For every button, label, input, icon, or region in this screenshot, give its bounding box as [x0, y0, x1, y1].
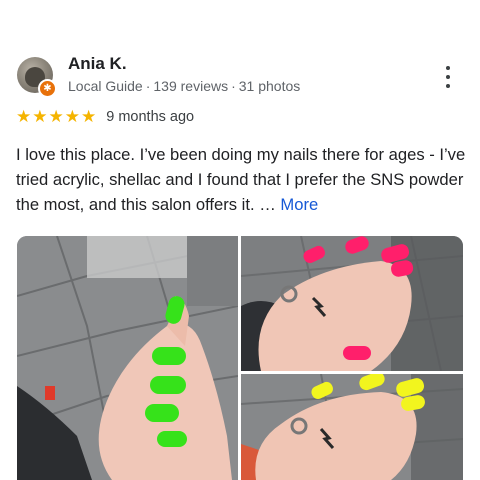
meta-separator: ·	[231, 78, 236, 94]
star-rating: ★ ★ ★ ★ ★	[16, 108, 97, 126]
star-icon: ★	[16, 107, 32, 126]
local-guide-label: Local Guide	[68, 78, 143, 94]
star-icon: ★	[32, 107, 48, 126]
star-icon: ★	[48, 107, 64, 126]
review-count: 139 reviews	[153, 78, 229, 94]
rating-row: ★ ★ ★ ★ ★ 9 months ago	[16, 107, 194, 127]
photo-yellow-nails-image	[241, 374, 463, 480]
photo-count: 31 photos	[238, 78, 301, 94]
star-icon: ★	[81, 107, 97, 126]
review-time: 9 months ago	[106, 109, 195, 125]
review-card: ✱ Ania K. Local Guide · 139 reviews · 31 pho…	[0, 0, 480, 480]
more-link[interactable]: More	[280, 195, 318, 214]
review-photo-yellow-nails[interactable]	[241, 374, 463, 480]
photo-green-nails-image	[17, 236, 238, 480]
meta-separator: ·	[145, 78, 151, 94]
review-body: I love this place. I’ve been doing my na…	[16, 145, 466, 214]
review-photo-green-nails[interactable]	[17, 236, 238, 480]
more-vert-icon[interactable]	[436, 64, 460, 90]
author-name[interactable]: Ania K.	[68, 54, 127, 74]
local-guide-badge-icon: ✱	[38, 79, 57, 98]
star-icon: ★	[64, 107, 80, 126]
review-photo-pink-nails[interactable]	[241, 236, 463, 371]
review-text: I love this place. I’ve been doing my na…	[16, 142, 466, 217]
photo-pink-nails-image	[241, 236, 463, 371]
author-meta[interactable]: Local Guide · 139 reviews · 31 photos	[68, 78, 300, 94]
